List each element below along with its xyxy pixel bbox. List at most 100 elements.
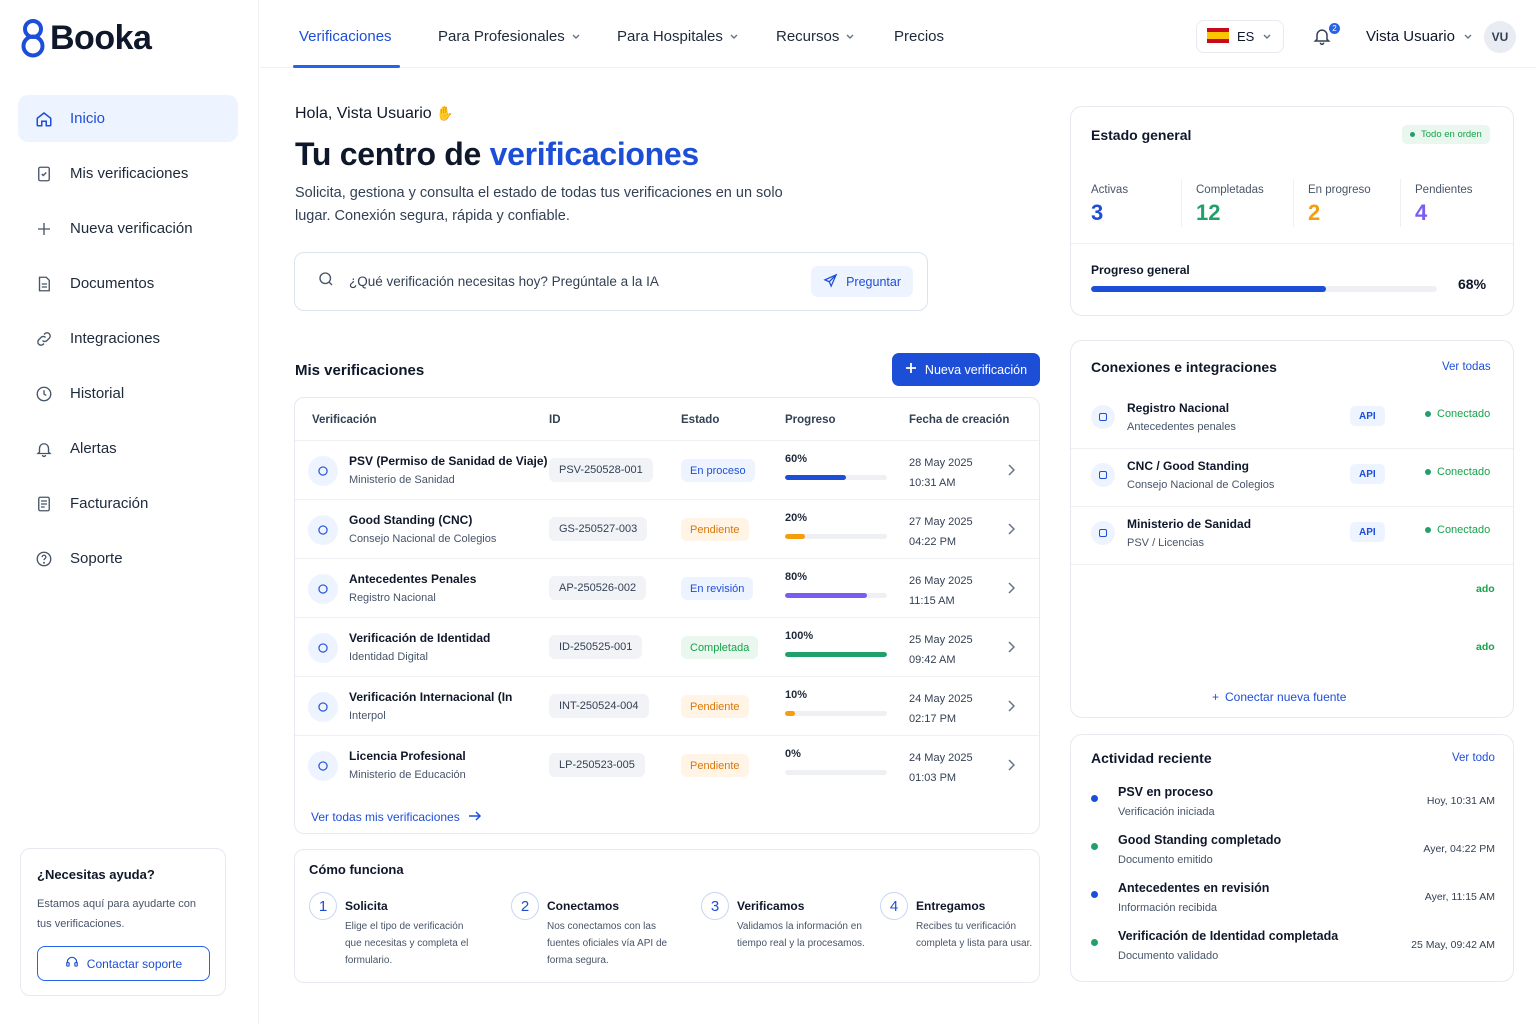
page-description: Solicita, gestiona y consulta el estado …	[295, 185, 783, 224]
tab-precios[interactable]: Precios	[894, 28, 944, 45]
column-header: Verificación	[312, 414, 377, 426]
progress-fill	[785, 711, 796, 716]
step-title: Entregamos	[916, 899, 986, 913]
status-badge-label: Todo en orden	[1421, 129, 1482, 140]
greeting-text: Hola, Vista Usuario	[295, 105, 432, 122]
greeting: Hola, Vista Usuario ✋	[295, 105, 454, 123]
avatar[interactable]: VU	[1484, 21, 1516, 53]
chevron-right-icon[interactable]	[1007, 581, 1016, 599]
see-all-connections-link[interactable]: Ver todas	[1442, 361, 1491, 373]
sidebar-item-inicio[interactable]: Inicio	[18, 95, 238, 142]
sidebar-item-facturacion[interactable]: Facturación	[18, 480, 238, 527]
chevron-right-icon[interactable]	[1007, 699, 1016, 717]
connection-item[interactable]: Registro Nacional Antecedentes penales A…	[1071, 391, 1513, 449]
sidebar-item-label: Soporte	[70, 550, 123, 567]
step-number: 1	[309, 892, 337, 920]
table-row[interactable]: PSV (Permiso de Sanidad de Viaje) Minist…	[295, 440, 1039, 499]
tab-para-profesionales[interactable]: Para Profesionales	[438, 28, 581, 45]
brand-logo[interactable]: Booka	[18, 18, 152, 58]
language-selector[interactable]: ES	[1196, 20, 1284, 53]
progress-fill	[785, 475, 847, 480]
sidebar-item-integraciones[interactable]: Integraciones	[18, 315, 238, 362]
status-dot	[1425, 411, 1431, 417]
verification-id: PSV-250528-001	[549, 458, 653, 482]
sidebar-item-mis-verificaciones[interactable]: Mis verificaciones	[18, 150, 238, 197]
progress-percent: 10%	[785, 689, 808, 701]
ask-button[interactable]: Preguntar	[811, 266, 913, 297]
language-code: ES	[1237, 29, 1255, 44]
table-row[interactable]: Good Standing (CNC) Consejo Nacional de …	[295, 499, 1039, 558]
how-it-works: Cómo funciona 1 Solicita Elige el tipo d…	[294, 849, 1040, 983]
connection-name: Registro Nacional	[1127, 401, 1230, 415]
table-row[interactable]: Verificación Internacional (In Interpol …	[295, 676, 1039, 735]
chevron-right-icon[interactable]	[1007, 758, 1016, 776]
chevron-right-icon[interactable]	[1007, 463, 1016, 481]
activity-title: Good Standing completado	[1118, 833, 1282, 847]
tab-para-hospitales[interactable]: Para Hospitales	[617, 28, 739, 45]
title-prefix: Tu centro de	[295, 136, 490, 172]
chevron-right-icon[interactable]	[1007, 522, 1016, 540]
creation-date: 25 May 2025 09:42 AM	[909, 630, 973, 670]
time: 02:17 PM	[909, 713, 957, 725]
tab-recursos[interactable]: Recursos	[776, 28, 855, 45]
step-title: Conectamos	[547, 899, 620, 913]
connection-item[interactable]: Ministerio de Sanidad PSV / Licencias AP…	[1071, 507, 1513, 565]
verification-name: Good Standing (CNC)	[349, 513, 473, 527]
verification-name: Verificación Internacional (In	[349, 690, 513, 704]
table-row[interactable]: Antecedentes Penales Registro Nacional A…	[295, 558, 1039, 617]
progress-percent: 80%	[785, 571, 808, 583]
see-all-verifications-link[interactable]: Ver todas mis verificaciones	[311, 810, 482, 824]
connect-new-source-button[interactable]: + Conectar nueva fuente	[1212, 690, 1346, 704]
sidebar-nav: Inicio Mis verificaciones Nueva verifica…	[18, 95, 238, 590]
step-description: Validamos la información en tiempo real …	[737, 921, 865, 949]
sidebar-item-label: Nueva verificación	[70, 220, 193, 237]
ai-search-input[interactable]: ¿Qué verificación necesitas hoy? Pregúnt…	[349, 274, 811, 289]
date: 27 May 2025	[909, 516, 973, 528]
activity-dot	[1091, 891, 1098, 898]
connection-name: Ministerio de Sanidad	[1127, 517, 1252, 531]
sidebar-item-label: Mis verificaciones	[70, 165, 189, 182]
verification-source: Ministerio de Educación	[349, 769, 466, 781]
api-tag: API	[1350, 464, 1385, 484]
table-row[interactable]: Licencia Profesional Ministerio de Educa…	[295, 735, 1039, 794]
overall-progress-bar	[1091, 286, 1437, 292]
sidebar-item-historial[interactable]: Historial	[18, 370, 238, 417]
progress-bar	[785, 534, 887, 539]
globe-icon	[308, 692, 338, 722]
tab-label: Recursos	[776, 28, 840, 45]
sidebar-item-soporte[interactable]: Soporte	[18, 535, 238, 582]
sidebar-item-nueva-verificacion[interactable]: Nueva verificación	[18, 205, 238, 252]
activity-card: Actividad reciente Ver todo PSV en proce…	[1070, 734, 1514, 982]
step-description: Elige el tipo de verificación que necesi…	[345, 921, 469, 966]
tab-verificaciones[interactable]: Verificaciones	[299, 28, 392, 45]
column-header: ID	[549, 414, 561, 426]
progress-percent: 0%	[785, 748, 801, 760]
date: 24 May 2025	[909, 752, 973, 764]
contact-support-button[interactable]: Contactar soporte	[37, 946, 210, 981]
home-icon	[34, 109, 54, 129]
verification-name: PSV (Permiso de Sanidad de Viaje)	[349, 454, 548, 468]
progress-bar	[785, 475, 887, 480]
progress-bar	[785, 770, 887, 775]
sidebar-item-alertas[interactable]: Alertas	[18, 425, 238, 472]
user-menu[interactable]: Vista Usuario	[1366, 28, 1473, 45]
date: 24 May 2025	[909, 693, 973, 705]
activity-time: Ayer, 04:22 PM	[1423, 843, 1495, 855]
verification-name: Antecedentes Penales	[349, 572, 477, 586]
table-row[interactable]: Verificación de Identidad Identidad Digi…	[295, 617, 1039, 676]
new-verification-button[interactable]: Nueva verificación	[892, 353, 1040, 386]
date: 26 May 2025	[909, 575, 973, 587]
chevron-right-icon[interactable]	[1007, 640, 1016, 658]
chevron-down-icon	[1463, 28, 1473, 45]
title-accent: verificaciones	[489, 136, 700, 172]
api-tag: API	[1350, 406, 1385, 426]
verifications-table: Verificación ID Estado Progreso Fecha de…	[294, 397, 1040, 834]
connection-item[interactable]: CNC / Good Standing Consejo Nacional de …	[1071, 449, 1513, 507]
step-number: 4	[880, 892, 908, 920]
ai-search-bar[interactable]: ¿Qué verificación necesitas hoy? Pregúnt…	[294, 252, 928, 311]
sidebar-item-label: Integraciones	[70, 330, 161, 347]
see-all-activity-link[interactable]: Ver todo	[1452, 752, 1495, 764]
tab-label: Para Profesionales	[438, 28, 565, 45]
headset-icon	[65, 955, 79, 972]
sidebar-item-documentos[interactable]: Documentos	[18, 260, 238, 307]
